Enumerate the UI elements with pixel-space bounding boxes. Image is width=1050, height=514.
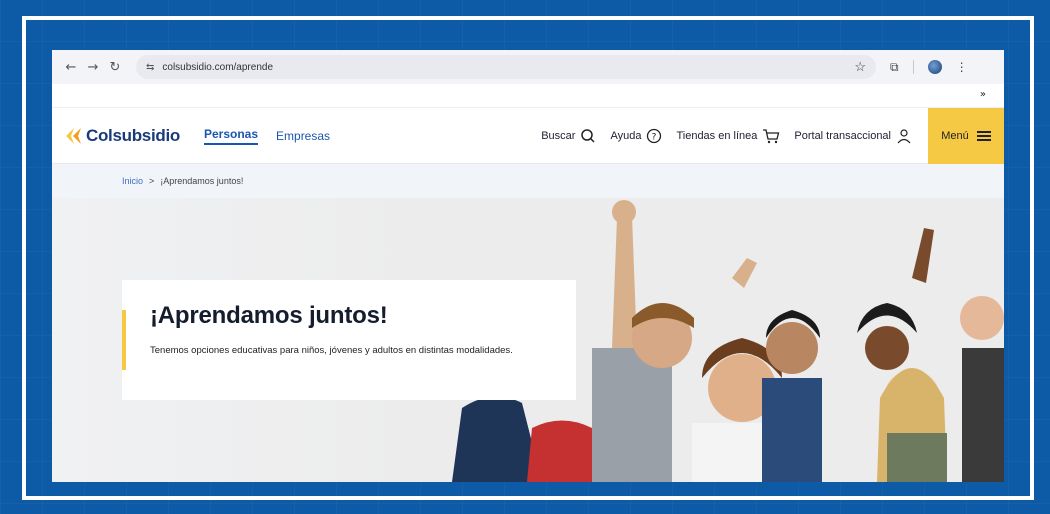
utility-nav: Buscar Ayuda ? Tiendas en línea Portal t… bbox=[541, 128, 912, 144]
hero-card: ¡Aprendamos juntos! Tenemos opciones edu… bbox=[122, 280, 576, 400]
nav-personas[interactable]: Personas bbox=[203, 127, 259, 145]
search-icon bbox=[581, 128, 595, 143]
browser-window: ← → ↻ ⇆ colsubsidio.com/aprende ☆ ⧉ ⋮ » … bbox=[52, 50, 1004, 482]
extensions-icon[interactable]: ⧉ bbox=[890, 60, 899, 75]
breadcrumb-home[interactable]: Inicio bbox=[122, 176, 143, 186]
forward-icon[interactable]: → bbox=[82, 56, 104, 78]
hero-accent-bar bbox=[122, 310, 126, 370]
address-bar[interactable]: ⇆ colsubsidio.com/aprende ☆ bbox=[136, 55, 876, 79]
cart-icon bbox=[763, 128, 780, 143]
search-link[interactable]: Buscar bbox=[541, 128, 596, 144]
portal-label: Portal transaccional bbox=[794, 129, 891, 142]
url-text[interactable]: colsubsidio.com/aprende bbox=[162, 62, 854, 73]
hero-section: ¡Aprendamos juntos! Tenemos opciones edu… bbox=[52, 198, 1004, 482]
nav-empresas[interactable]: Empresas bbox=[276, 129, 330, 143]
help-link[interactable]: Ayuda ? bbox=[610, 128, 662, 144]
menu-button[interactable]: Menú bbox=[928, 107, 1004, 164]
hero-title: ¡Aprendamos juntos! bbox=[150, 302, 388, 329]
bookmarks-overflow-icon[interactable]: » bbox=[980, 89, 986, 100]
search-label: Buscar bbox=[541, 129, 576, 142]
brand-name: Colsubsidio bbox=[86, 125, 180, 145]
profile-avatar[interactable] bbox=[927, 60, 942, 74]
site-header: Colsubsidio Personas Empresas Buscar Ayu… bbox=[52, 107, 1004, 164]
menu-label: Menú bbox=[941, 129, 969, 142]
browser-toolbar: ← → ↻ ⇆ colsubsidio.com/aprende ☆ ⧉ ⋮ bbox=[52, 50, 1004, 84]
hamburger-icon bbox=[976, 130, 991, 141]
svg-text:?: ? bbox=[652, 132, 657, 142]
breadcrumb-separator: > bbox=[149, 176, 155, 186]
help-icon: ? bbox=[647, 128, 662, 143]
user-icon bbox=[897, 128, 911, 143]
breadcrumb: Inicio > ¡Aprendamos juntos! bbox=[52, 164, 1004, 198]
hero-description: Tenemos opciones educativas para niños, … bbox=[150, 345, 513, 356]
logo-mark-icon bbox=[66, 127, 81, 144]
stores-label: Tiendas en línea bbox=[676, 129, 758, 142]
back-icon[interactable]: ← bbox=[60, 56, 82, 78]
toolbar-actions: ⧉ ⋮ bbox=[890, 60, 968, 75]
bookmark-star-icon[interactable]: ☆ bbox=[854, 59, 866, 75]
toolbar-divider bbox=[912, 60, 914, 74]
more-options-icon[interactable]: ⋮ bbox=[956, 60, 968, 74]
site-settings-icon[interactable]: ⇆ bbox=[146, 62, 154, 73]
brand-logo[interactable]: Colsubsidio bbox=[62, 125, 180, 147]
help-label: Ayuda bbox=[610, 129, 642, 142]
breadcrumb-current: ¡Aprendamos juntos! bbox=[160, 176, 244, 186]
stores-link[interactable]: Tiendas en línea bbox=[676, 128, 780, 144]
portal-link[interactable]: Portal transaccional bbox=[794, 128, 912, 144]
reload-icon[interactable]: ↻ bbox=[104, 56, 126, 78]
bookmarks-bar: » bbox=[52, 84, 1004, 108]
